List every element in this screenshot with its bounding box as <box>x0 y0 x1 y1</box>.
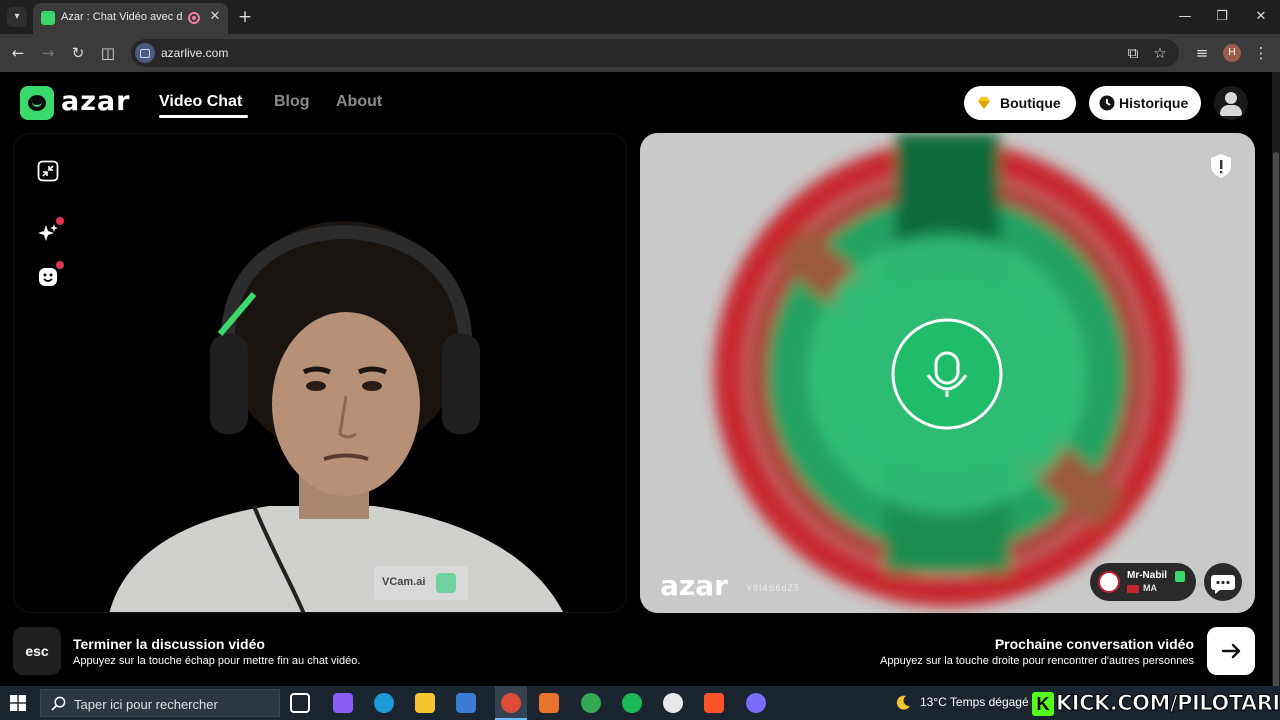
partner-user-chip[interactable]: Mr-Nabil MA <box>1090 563 1196 601</box>
local-camera-feed <box>109 221 563 612</box>
user-profile-icon[interactable] <box>1214 86 1248 120</box>
clock-icon <box>1099 95 1115 111</box>
remote-video-panel: azar Y9I4S6dZ5 Mr-Nabil MA <box>640 133 1255 613</box>
boutique-button[interactable]: Boutique <box>964 86 1076 120</box>
chrome-icon[interactable] <box>581 693 601 713</box>
next-chat-button[interactable] <box>1207 627 1255 675</box>
esc-button[interactable]: esc <box>13 627 61 675</box>
restore-icon[interactable]: ❐ <box>1212 7 1232 27</box>
tab-search-chevron-icon[interactable]: ▾ <box>7 7 27 27</box>
browser-tab-bar: ▾ Azar : Chat Vidéo avec de n ✕ + — ❐ ✕ <box>0 0 1280 34</box>
tab-close-icon[interactable]: ✕ <box>207 9 223 25</box>
next-chat-title: Prochaine conversation vidéo <box>994 636 1194 652</box>
address-bar[interactable]: azarlive.com <box>131 39 1179 67</box>
minimize-view-icon[interactable] <box>37 160 59 182</box>
vlc-icon[interactable] <box>539 693 559 713</box>
recording-indicator-icon <box>188 12 200 24</box>
tab-title: Azar : Chat Vidéo avec de n <box>61 11 183 23</box>
remote-audio-only-visual <box>640 133 1255 613</box>
kick-stream-overlay: K KICK.COM/PILOTARIFI <box>1032 690 1280 718</box>
arrow-right-icon <box>1221 643 1241 659</box>
azar-watermark: azar <box>660 569 728 602</box>
nav-active-underline <box>159 115 248 118</box>
historique-label: Historique <box>1119 95 1189 111</box>
reload-icon[interactable]: ↻ <box>67 42 89 64</box>
boutique-label: Boutique <box>1000 95 1061 111</box>
weather-text[interactable]: 13°C Temps dégagé <box>920 695 1029 709</box>
chat-bubble-icon <box>1211 575 1235 594</box>
brave-icon[interactable] <box>704 693 724 713</box>
verified-badge-icon <box>1175 571 1185 582</box>
edge-icon[interactable] <box>374 693 394 713</box>
copilot-icon[interactable] <box>333 693 353 713</box>
search-icon <box>51 696 66 711</box>
nav-video-chat[interactable]: Video Chat <box>159 93 242 111</box>
vcam-label: VCam.ai <box>382 576 426 588</box>
url-text: azarlive.com <box>161 46 229 60</box>
minimize-icon[interactable]: — <box>1175 7 1195 27</box>
kick-channel-text: KICK.COM/PILOTARIFI <box>1056 691 1280 716</box>
bookmark-star-icon[interactable]: ☆ <box>1149 42 1171 64</box>
gem-icon <box>978 97 990 109</box>
chrome-profile-icon[interactable] <box>501 693 521 713</box>
chat-button[interactable] <box>1204 563 1242 601</box>
microsoft-store-icon[interactable] <box>456 693 476 713</box>
nav-about[interactable]: About <box>336 93 382 111</box>
install-app-icon[interactable]: ⧉ <box>1122 42 1144 64</box>
face-filter-icon[interactable] <box>37 266 59 288</box>
browser-toolbar: ← → ↻ ◫ azarlive.com ⧉ ☆ ≡ H ⋮ <box>0 34 1280 72</box>
obs-icon[interactable] <box>663 693 683 713</box>
azar-favicon-icon <box>41 11 55 25</box>
file-explorer-icon[interactable] <box>415 693 435 713</box>
nav-blog[interactable]: Blog <box>274 93 310 111</box>
next-chat-subtitle: Appuyez sur la touche droite pour rencon… <box>880 655 1194 667</box>
moon-weather-icon <box>896 695 910 710</box>
filter-notification-dot <box>56 261 64 269</box>
watermark-code: Y9I4S6dZ5 <box>746 583 801 593</box>
back-arrow-icon[interactable]: ← <box>7 42 29 64</box>
partner-avatar <box>1098 571 1120 593</box>
azar-logo-icon[interactable] <box>20 86 54 120</box>
spotify-icon[interactable] <box>622 693 642 713</box>
scrollbar[interactable] <box>1272 72 1280 712</box>
scrollbar-thumb[interactable] <box>1273 152 1279 712</box>
kick-logo-icon: K <box>1032 692 1054 716</box>
historique-button[interactable]: Historique <box>1089 86 1201 120</box>
partner-name: Mr-Nabil <box>1127 570 1167 581</box>
search-placeholder: Taper ici pour rechercher <box>74 697 218 712</box>
split-view-icon[interactable]: ◫ <box>97 42 119 64</box>
vcam-watermark: VCam.ai <box>374 566 468 600</box>
report-shield-icon[interactable] <box>1210 153 1232 179</box>
new-tab-button[interactable]: + <box>236 7 254 27</box>
task-view-icon[interactable] <box>290 693 310 713</box>
morocco-flag-icon <box>1127 585 1139 593</box>
more-menu-icon[interactable]: ⋮ <box>1250 42 1272 64</box>
end-chat-subtitle: Appuyez sur la touche échap pour mettre … <box>73 655 361 667</box>
site-info-icon[interactable] <box>135 43 155 63</box>
vcam-logo-icon <box>436 573 456 593</box>
end-chat-title: Terminer la discussion vidéo <box>73 636 265 652</box>
taskbar-search-input[interactable]: Taper ici pour rechercher <box>40 689 280 717</box>
profile-avatar[interactable]: H <box>1223 44 1241 62</box>
local-video-panel: VCam.ai <box>13 133 627 613</box>
forward-arrow-icon[interactable]: → <box>37 42 59 64</box>
window-close-icon[interactable]: ✕ <box>1251 7 1271 27</box>
browser-tab-active[interactable]: Azar : Chat Vidéo avec de n ✕ <box>33 3 228 34</box>
reading-list-icon[interactable]: ≡ <box>1191 42 1213 64</box>
azar-logo-text[interactable]: azar <box>61 86 130 117</box>
microphone-button <box>891 318 1003 430</box>
partner-country: MA <box>1143 583 1157 593</box>
windows-start-icon[interactable] <box>10 695 26 711</box>
effects-sparkle-icon[interactable] <box>37 222 59 244</box>
effects-notification-dot <box>56 217 64 225</box>
discord-icon[interactable] <box>746 693 766 713</box>
